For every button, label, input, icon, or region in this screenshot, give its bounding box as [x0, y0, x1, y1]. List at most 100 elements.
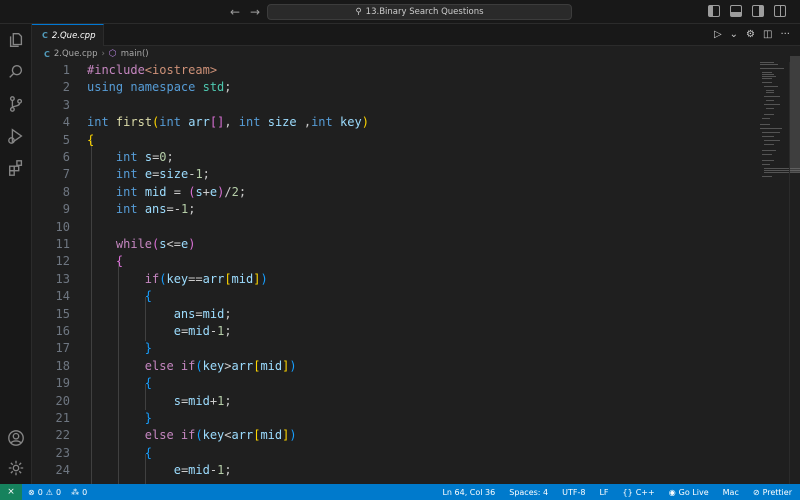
- status-bar: ⨯ ⊗ 0 ⚠ 0 ⁂ 0 Ln 64, Col 36 Spaces: 4 UT…: [0, 484, 800, 500]
- line-number: 14: [55, 289, 70, 304]
- minimap-line: [764, 96, 780, 97]
- account-icon[interactable]: [6, 428, 26, 448]
- language-mode[interactable]: {} C++: [623, 488, 655, 497]
- line-number: 24: [55, 463, 70, 478]
- line-number: 15: [55, 306, 70, 321]
- minimap-line: [762, 164, 770, 165]
- breadcrumb-file[interactable]: 2.Que.cpp: [54, 49, 98, 59]
- indentation[interactable]: Spaces: 4: [509, 488, 548, 497]
- editor-tab-bar: C 2.Que.cpp ▷ ⌄ ⚙ ◫ ···: [32, 24, 800, 46]
- code-text: {: [144, 445, 153, 460]
- end-of-line[interactable]: LF: [599, 488, 608, 497]
- source-control-icon[interactable]: [6, 94, 26, 114]
- toggle-primary-sidebar-icon[interactable]: [708, 5, 720, 17]
- minimap-line: [762, 132, 780, 133]
- tab-label: 2.Que.cpp: [51, 30, 96, 41]
- radio-tower-icon: ◉: [668, 487, 676, 497]
- line-number: 11: [55, 237, 70, 251]
- back-arrow-icon[interactable]: ←: [229, 4, 241, 20]
- code-line: 17 }: [32, 340, 732, 357]
- line-number: 16: [55, 324, 70, 338]
- forward-arrow-icon[interactable]: →: [249, 4, 261, 20]
- toggle-secondary-sidebar-icon[interactable]: [752, 5, 764, 17]
- minimap-line: [762, 78, 772, 79]
- code-text: using namespace std;: [87, 80, 232, 95]
- toggle-panel-icon[interactable]: [730, 5, 742, 17]
- code-text: {: [87, 132, 95, 147]
- activity-bar: [0, 24, 32, 484]
- code-line: 5{: [32, 132, 732, 149]
- line-number: 23: [55, 445, 70, 460]
- code-line: 13 if(key==arr[mid]): [32, 271, 732, 288]
- manage-gear-icon[interactable]: [6, 458, 26, 478]
- minimap-line: [764, 144, 774, 145]
- minimap-line: [762, 154, 772, 155]
- remote-indicator-icon[interactable]: ⨯: [0, 484, 22, 500]
- line-number: 22: [55, 428, 70, 443]
- code-text: while(s<=e): [115, 237, 196, 251]
- line-number: 19: [55, 376, 70, 391]
- line-number: 20: [55, 393, 70, 408]
- line-number: 12: [55, 254, 70, 269]
- minimap-line: [762, 150, 776, 151]
- code-text: {: [144, 376, 153, 391]
- line-number: 5: [62, 132, 70, 147]
- tab-2-que-cpp[interactable]: C 2.Que.cpp: [32, 24, 104, 46]
- code-text: else if(key<arr[mid]): [144, 428, 297, 443]
- line-number: 3: [62, 97, 70, 112]
- platform-indicator[interactable]: Mac: [723, 488, 739, 497]
- code-line: 14 {: [32, 288, 732, 305]
- breadcrumb-separator: ›: [101, 49, 105, 59]
- minimap-line: [762, 74, 774, 75]
- breadcrumb-symbol[interactable]: main(): [121, 49, 149, 59]
- minimap-line: [762, 82, 772, 83]
- minimap-line: [760, 68, 784, 69]
- code-text: int e=size-1;: [115, 167, 210, 182]
- code-line: 16 e=mid-1;: [32, 323, 732, 340]
- go-live-label: Go Live: [678, 487, 709, 497]
- encoding[interactable]: UTF-8: [562, 488, 585, 497]
- prettier-button[interactable]: ⊘ Prettier: [753, 488, 792, 497]
- code-line: 11 while(s<=e): [32, 236, 732, 253]
- error-icon: ⊗: [28, 487, 35, 497]
- run-menu-chevron-icon[interactable]: ⌄: [730, 29, 738, 40]
- extensions-icon[interactable]: [6, 158, 26, 178]
- code-text: int first(int arr[], int size ,int key): [87, 115, 369, 130]
- cpp-file-icon: C: [42, 31, 48, 40]
- code-text: int ans=-1;: [115, 202, 196, 217]
- line-number: 21: [55, 411, 70, 425]
- title-bar: ← → ⚲ 13.Binary Search Questions: [0, 0, 800, 24]
- customize-layout-icon[interactable]: [774, 5, 786, 17]
- minimap-line: [760, 124, 770, 125]
- problems-indicator[interactable]: ⊗ 0 ⚠ 0: [28, 488, 61, 497]
- minimap-line: [760, 128, 782, 129]
- run-code-icon[interactable]: ▷: [714, 29, 722, 40]
- minimap-line: [762, 136, 774, 137]
- run-debug-icon[interactable]: [6, 126, 26, 146]
- code-text: }: [144, 411, 153, 425]
- line-number: 4: [62, 115, 70, 130]
- more-actions-icon[interactable]: ···: [780, 29, 790, 40]
- search-icon[interactable]: [6, 62, 26, 82]
- code-text: e=mid-1;: [173, 463, 232, 478]
- ports-indicator[interactable]: ⁂ 0: [71, 488, 87, 497]
- command-center-search[interactable]: ⚲ 13.Binary Search Questions: [267, 4, 572, 20]
- minimap-line: [766, 90, 774, 91]
- warning-count: 0: [55, 487, 62, 497]
- split-editor-icon[interactable]: ◫: [763, 29, 772, 40]
- ports-count: 0: [82, 487, 88, 497]
- minimap-line: [762, 160, 774, 161]
- explorer-icon[interactable]: [6, 30, 26, 50]
- code-editor[interactable]: 1 #include<iostream> 2 using namespace std…: [32, 62, 800, 484]
- code-line: 23 {: [32, 445, 732, 462]
- line-number: 8: [62, 184, 70, 199]
- minimap-line: [764, 172, 800, 173]
- breadcrumb: C 2.Que.cpp › ⬡ main(): [32, 46, 800, 62]
- line-number: 17: [55, 341, 70, 356]
- go-live-button[interactable]: ◉ Go Live: [669, 488, 709, 497]
- settings-gear-icon[interactable]: ⚙: [746, 29, 755, 40]
- code-line: 4 int first(int arr[], int size ,int key): [32, 114, 732, 131]
- minimap-line: [764, 86, 778, 87]
- vertical-scrollbar-thumb[interactable]: [790, 56, 800, 172]
- cursor-position[interactable]: Ln 64, Col 36: [442, 488, 495, 497]
